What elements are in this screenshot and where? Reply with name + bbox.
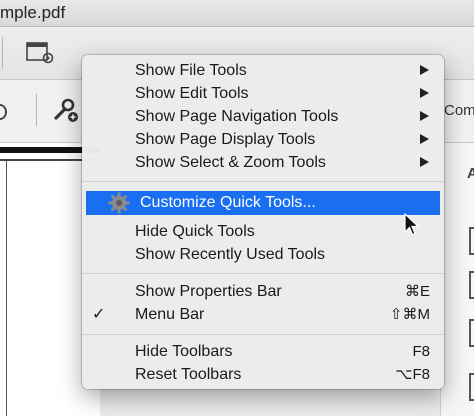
menu-item-hide-quick-tools[interactable]: Hide Quick Tools	[86, 220, 440, 243]
partial-toolbar-icon[interactable]	[0, 102, 8, 127]
mouse-cursor-icon	[404, 212, 420, 242]
submenu-arrow-icon	[420, 111, 429, 121]
submenu-arrow-icon	[420, 134, 429, 144]
menu-item-show-properties-bar[interactable]: Show Properties Bar ⌘E	[86, 280, 440, 303]
menu-item-customize-quick-tools[interactable]: Customize Quick Tools...	[86, 191, 440, 215]
menu-item-label: Reset Toolbars	[135, 366, 242, 383]
right-tools-panel: A	[440, 143, 474, 416]
menu-item-shortcut: ⇧⌘M	[389, 306, 430, 323]
menu-item-show-recently-used-tools[interactable]: Show Recently Used Tools	[86, 243, 440, 266]
menu-separator	[82, 273, 444, 274]
window-title: mple.pdf	[0, 3, 66, 22]
menu-separator	[82, 181, 444, 182]
menu-item-label: Show Recently Used Tools	[135, 246, 326, 263]
menu-item-label: Show Select & Zoom Tools	[135, 154, 326, 171]
menu-item-show-page-display-tools[interactable]: Show Page Display Tools	[86, 128, 440, 151]
panel-tool-icon[interactable]	[469, 227, 474, 255]
comment-tool-label[interactable]: Com	[444, 102, 474, 119]
menu-item-show-edit-tools[interactable]: Show Edit Tools	[86, 82, 440, 105]
panel-tool-icon[interactable]	[469, 271, 474, 299]
menu-item-hide-toolbars[interactable]: Hide Toolbars F8	[86, 340, 440, 363]
panel-tool-icon[interactable]	[469, 319, 474, 347]
submenu-arrow-icon	[420, 88, 429, 98]
menu-item-label: Show Page Display Tools	[135, 131, 316, 148]
menu-item-shortcut: ⌘E	[404, 283, 430, 300]
checkmark-icon: ✓	[92, 306, 106, 323]
menu-item-show-page-navigation-tools[interactable]: Show Page Navigation Tools	[86, 105, 440, 128]
submenu-arrow-icon	[420, 157, 429, 167]
menu-item-shortcut: ⌥F8	[395, 366, 430, 383]
panel-header-letter: A	[467, 165, 474, 182]
document-edge	[6, 161, 7, 416]
gear-icon	[108, 192, 130, 222]
submenu-arrow-icon	[420, 65, 429, 75]
menu-separator	[82, 334, 444, 335]
menu-item-label: Show Properties Bar	[135, 283, 282, 300]
menu-item-show-select-zoom-tools[interactable]: Show Select & Zoom Tools	[86, 151, 440, 174]
page-display-settings-icon[interactable]	[26, 41, 56, 70]
menu-item-label: Menu Bar	[135, 306, 205, 323]
menu-item-show-file-tools[interactable]: Show File Tools	[86, 59, 440, 82]
panel-tool-icon[interactable]	[469, 373, 474, 401]
menu-item-label: Show Page Navigation Tools	[135, 108, 339, 125]
menu-item-label: Show File Tools	[135, 62, 247, 79]
toolbar-separator	[36, 94, 37, 126]
menu-item-label: Customize Quick Tools...	[140, 194, 316, 211]
menu-item-menu-bar[interactable]: ✓ Menu Bar ⇧⌘M	[86, 303, 440, 326]
toolbar-separator	[2, 37, 3, 69]
menu-item-label: Hide Quick Tools	[135, 223, 255, 240]
toolbar-context-menu: Show File Tools Show Edit Tools Show Pag…	[82, 55, 444, 389]
wrench-add-icon[interactable]	[52, 96, 80, 129]
menu-item-shortcut: F8	[412, 343, 430, 360]
menu-item-label: Hide Toolbars	[135, 343, 233, 360]
window-titlebar: mple.pdf	[0, 0, 474, 27]
menu-item-reset-toolbars[interactable]: Reset Toolbars ⌥F8	[86, 363, 440, 386]
menu-item-label: Show Edit Tools	[135, 85, 249, 102]
